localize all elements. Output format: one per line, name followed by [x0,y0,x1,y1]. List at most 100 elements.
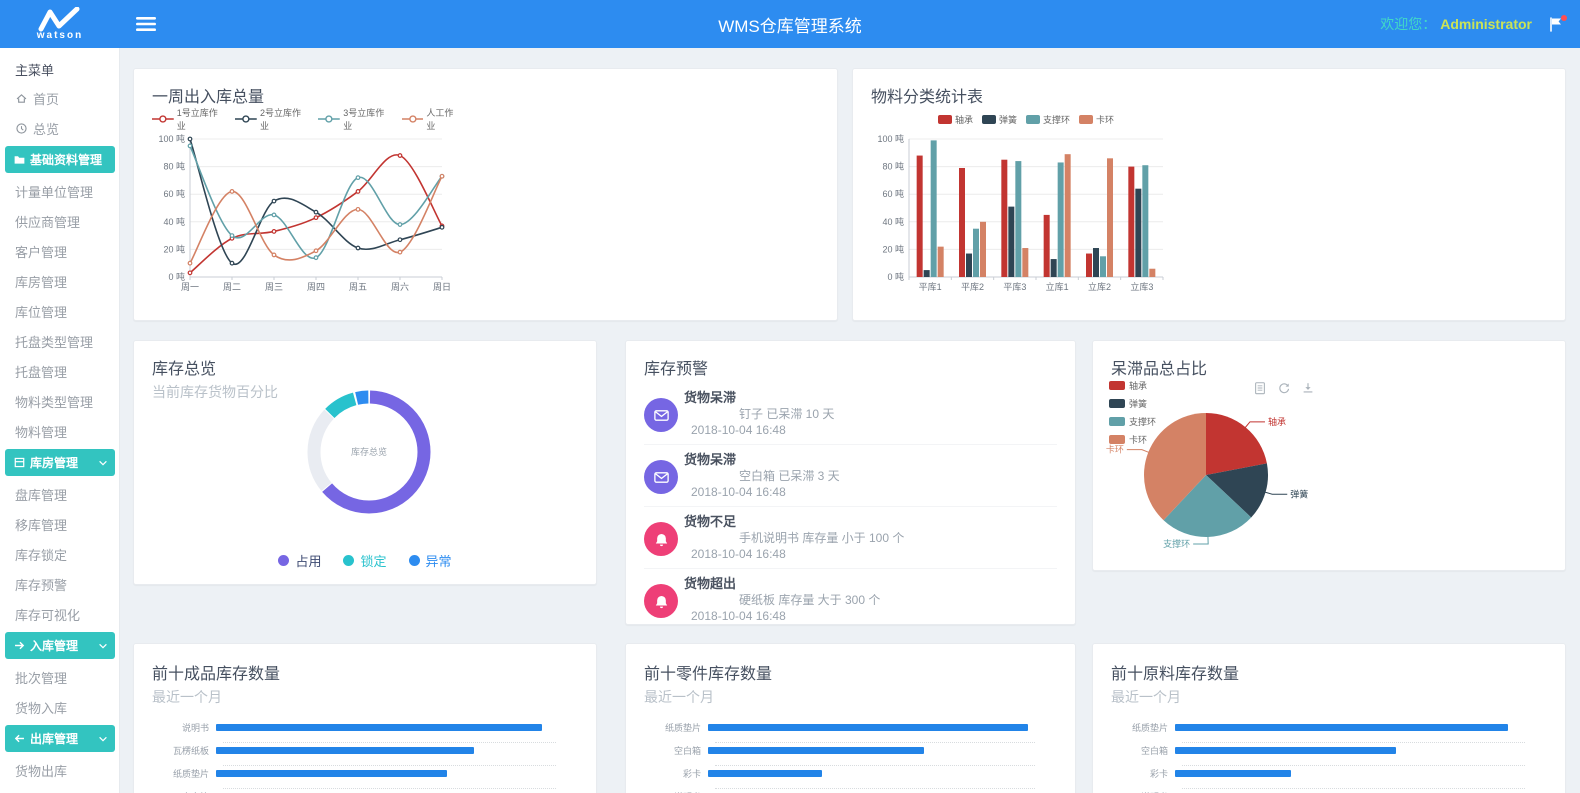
sidebar-item-inventory-lock[interactable]: 库存锁定 [0,539,119,569]
top-materials-title: 前十原料库存数量 [1111,660,1547,684]
sidebar-item-label: 货物入库 [15,698,67,717]
svg-text:100 吨: 100 吨 [158,133,185,144]
hbar-row: 说明书 [152,721,556,733]
sidebar-item-label: 入库管理 [30,637,78,654]
refresh-icon[interactable] [1277,381,1291,395]
sidebar-item-inbound-group[interactable]: 入库管理 [5,632,115,659]
legend-item[interactable]: 卡环 [1079,113,1114,126]
sidebar-item-inspection-outbound[interactable]: 检验出库 [0,785,119,793]
username[interactable]: Administrator [1440,16,1532,32]
sidebar-item-goods-inbound[interactable]: 货物入库 [0,692,119,722]
card-stagnant-ratio: 呆滞品总占比 轴承弹簧支撑环卡环 轴承弹簧支撑环卡环 [1092,340,1566,571]
sidebar-item-outbound-group[interactable]: 出库管理 [5,725,115,752]
sidebar-item-label: 计量单位管理 [15,182,93,201]
legend-item[interactable]: 轴承 [938,113,973,126]
hbar-bar [216,724,542,731]
svg-text:0 吨: 0 吨 [168,271,185,282]
hbar-label: 纸质垫片 [1111,721,1175,734]
sidebar-item-location-management[interactable]: 库位管理 [0,296,119,326]
sidebar-item-relocation-management[interactable]: 移库管理 [0,509,119,539]
hbar-row: 空白箱 [644,744,1035,756]
envelope-icon [644,398,678,432]
sidebar-item-material-type-management[interactable]: 物料类型管理 [0,386,119,416]
card-weekly-io: 一周出入库总量 1号立库作业2号立库作业3号立库作业人工作业 0 吨20 吨40… [133,68,838,321]
envelope-icon [653,469,670,486]
sidebar-item-warehouse-group[interactable]: 库房管理 [5,449,115,476]
legend-swatch [1026,115,1040,124]
svg-text:40 吨: 40 吨 [163,216,185,227]
hbar-gridline [223,733,556,743]
hbar-label: 空白箱 [644,744,708,757]
folder-icon [13,153,26,166]
hbar-track [216,724,556,731]
download-icon[interactable] [1301,381,1315,395]
hbar-gridline [715,756,1035,766]
svg-text:平库1: 平库1 [919,281,942,292]
hbar-gridline [1182,733,1525,743]
alert-desc: 钉子 已呆滞 10 天 [684,406,834,422]
sidebar-item-label: 首页 [33,89,59,108]
overview-icon [15,122,28,135]
hbar-track [1175,747,1525,754]
arrow-left-icon [13,732,26,745]
legend-label: 卡环 [1096,113,1114,126]
sidebar-item-pallet-type-management[interactable]: 托盘类型管理 [0,326,119,356]
sidebar-item-supplier-management[interactable]: 供应商管理 [0,206,119,236]
donut-legend-item[interactable]: 异常 [409,551,452,570]
legend-swatch [938,115,952,124]
top-parts-title: 前十零件库存数量 [644,660,1057,684]
data-view-icon[interactable] [1253,381,1267,395]
hbar-label: 彩卡 [644,767,708,780]
folder-icon [13,153,26,166]
pie-legend-item[interactable]: 轴承 [1109,379,1156,392]
sidebar-item-home[interactable]: 首页 [0,83,119,113]
chart-toolbox [1253,381,1315,395]
sidebar-item-label: 库房管理 [15,272,67,291]
sidebar-item-overview[interactable]: 总览 [0,113,119,143]
sidebar-item-inventory-warning[interactable]: 库存预警 [0,569,119,599]
chevron-down-icon [97,457,109,469]
legend-line-marker [402,114,424,124]
sidebar-item-basic-data-management[interactable]: 基础资料管理 [5,146,115,173]
sidebar-item-warehouse-management[interactable]: 库房管理 [0,266,119,296]
arrow-left-icon [13,732,26,745]
svg-text:20 吨: 20 吨 [882,243,904,254]
sidebar-item-label: 供应商管理 [15,212,80,231]
sidebar-item-material-management[interactable]: 物料管理 [0,416,119,446]
svg-text:40 吨: 40 吨 [882,216,904,227]
donut-legend-item[interactable]: 锁定 [343,551,386,570]
hbar-row: 彩卡 [1111,767,1525,779]
header-right: 欢迎您： Administrator [1380,14,1580,34]
alert-type: 货物超出 [684,576,880,592]
chevron-down-icon [97,640,109,652]
sidebar-item-stocktaking-management[interactable]: 盘库管理 [0,479,119,509]
donut-legend-item[interactable]: 占用 [278,551,321,570]
menu-icon[interactable] [136,16,156,32]
hbar-track [708,770,1035,777]
legend-item[interactable]: 支撑环 [1026,113,1070,126]
flag-icon[interactable] [1548,17,1564,32]
sidebar-item-unit-management[interactable]: 计量单位管理 [0,176,119,206]
arrow-right-icon [13,639,26,652]
hbar-label: 说明书 [644,790,708,793]
hbar-track [708,724,1035,731]
legend-line-marker [318,114,340,124]
sidebar-item-batch-management[interactable]: 批次管理 [0,662,119,692]
sidebar-item-label: 盘库管理 [15,485,67,504]
sidebar-item-customer-management[interactable]: 客户管理 [0,236,119,266]
hbar-track [216,770,556,777]
sidebar-item-label: 总览 [33,119,59,138]
alert-desc: 空白箱 已呆滞 3 天 [684,468,840,484]
legend-item[interactable]: 弹簧 [982,113,1017,126]
material-bar-chart: 0 吨20 吨40 吨60 吨80 吨100 吨平库1平库2平库3立库1立库2立… [871,127,1171,305]
sidebar-item-label: 移库管理 [15,515,67,534]
top-materials-bar-chart: 纸质垫片空白箱彩卡说明书 [1111,721,1547,793]
sidebar-item-goods-outbound[interactable]: 货物出库 [0,755,119,785]
sidebar-item-pallet-management[interactable]: 托盘管理 [0,356,119,386]
svg-text:立库1: 立库1 [1046,281,1069,292]
hbar-label: 说明书 [1111,790,1175,793]
card-material-stats: 物料分类统计表 轴承弹簧支撑环卡环 0 吨20 吨40 吨60 吨80 吨100… [852,68,1566,321]
alert-time: 2018-10-04 16:48 [684,608,880,624]
sidebar-item-label: 库存预警 [15,575,67,594]
sidebar-item-inventory-visualization[interactable]: 库存可视化 [0,599,119,629]
